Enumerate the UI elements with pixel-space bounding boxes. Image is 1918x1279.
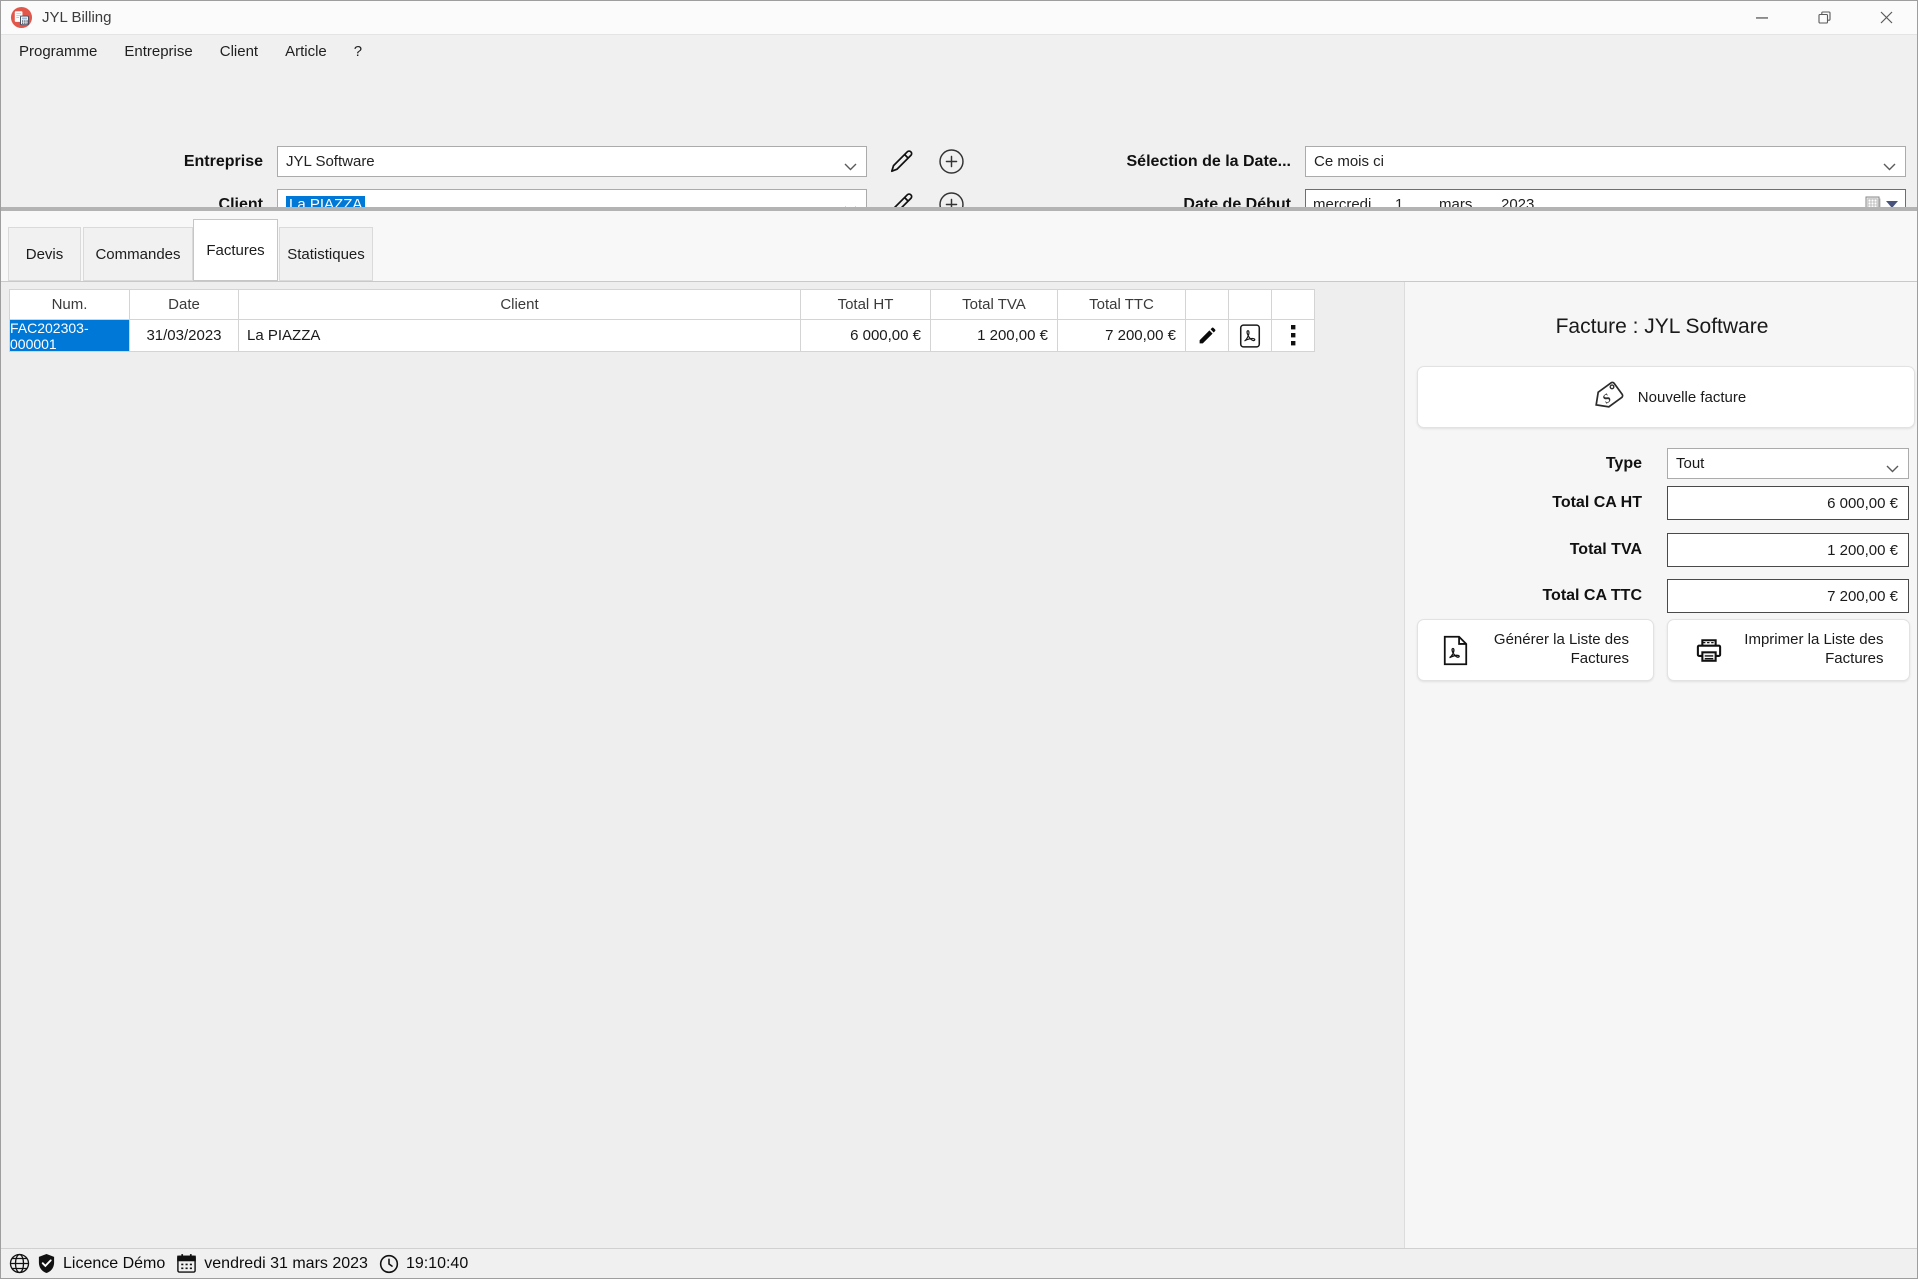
total-ca-ttc-label: Total CA TTC	[1405, 579, 1642, 613]
app-window: JYL Billing Programme Entreprise Client …	[0, 0, 1918, 1279]
new-invoice-label: Nouvelle facture	[1638, 389, 1746, 406]
title-bar: JYL Billing	[1, 1, 1917, 35]
panel-title: Facture : JYL Software	[1405, 315, 1918, 339]
cell-total-tva[interactable]: 1 200,00 €	[930, 319, 1058, 352]
total-ca-ttc-value: 7 200,00 €	[1667, 579, 1909, 613]
status-time: 19:10:40	[406, 1255, 468, 1273]
filter-bar: Entreprise JYL Software Sélection de la …	[1, 67, 1917, 207]
total-tva-value: 1 200,00 €	[1667, 533, 1909, 567]
header-total-ttc[interactable]: Total TTC	[1057, 289, 1186, 320]
cell-client[interactable]: La PIAZZA	[238, 319, 801, 352]
pdf-icon	[1239, 324, 1261, 348]
edit-entreprise-button[interactable]	[885, 146, 917, 177]
menu-client[interactable]: Client	[220, 43, 258, 60]
status-bar: Licence Démo vendredi 31 mars 2023 19:10…	[1, 1248, 1917, 1278]
window-title: JYL Billing	[42, 9, 111, 26]
header-total-ht[interactable]: Total HT	[800, 289, 931, 320]
row-edit-button[interactable]	[1185, 319, 1229, 352]
tab-strip: Devis Commandes Factures Statistiques	[1, 211, 1917, 282]
cell-date[interactable]: 31/03/2023	[129, 319, 239, 352]
row-pdf-button[interactable]	[1228, 319, 1272, 352]
calendar-icon	[176, 1253, 197, 1274]
menu-programme[interactable]: Programme	[19, 43, 97, 60]
tab-statistiques[interactable]: Statistiques	[279, 227, 373, 281]
total-tva-label: Total TVA	[1405, 533, 1642, 567]
tab-factures[interactable]: Factures	[193, 219, 278, 281]
invoices-table: Num. Date Client Total HT Total TVA Tota…	[9, 289, 1315, 352]
kebab-menu-icon	[1291, 325, 1296, 346]
generate-list-label: Générer la Liste des Factures	[1479, 631, 1629, 669]
type-value: Tout	[1676, 455, 1704, 472]
generate-invoice-list-button[interactable]: Générer la Liste des Factures	[1417, 619, 1654, 681]
chevron-down-icon	[844, 158, 857, 175]
row-more-button[interactable]	[1271, 319, 1315, 352]
table-header-row: Num. Date Client Total HT Total TVA Tota…	[9, 289, 1315, 320]
add-entreprise-button[interactable]	[935, 146, 967, 177]
print-invoice-list-button[interactable]: Imprimer la Liste des Factures	[1667, 619, 1910, 681]
menu-entreprise[interactable]: Entreprise	[124, 43, 192, 60]
plus-circle-icon	[938, 148, 965, 175]
minimize-button[interactable]	[1731, 1, 1793, 34]
shield-check-icon	[37, 1253, 56, 1274]
total-ca-ht-value: 6 000,00 €	[1667, 486, 1909, 520]
restore-icon	[1818, 11, 1831, 24]
pencil-icon	[1197, 325, 1218, 346]
header-date[interactable]: Date	[129, 289, 239, 320]
header-client[interactable]: Client	[238, 289, 801, 320]
date-selection-value: Ce mois ci	[1314, 153, 1384, 170]
chevron-down-icon	[1886, 460, 1899, 477]
menu-article[interactable]: Article	[285, 43, 327, 60]
tab-devis[interactable]: Devis	[8, 227, 81, 281]
type-label: Type	[1405, 448, 1642, 479]
date-selection-label: Sélection de la Date...	[1001, 146, 1291, 177]
cell-total-ttc[interactable]: 7 200,00 €	[1057, 319, 1186, 352]
tab-commandes[interactable]: Commandes	[83, 227, 193, 281]
type-combobox[interactable]: Tout	[1667, 448, 1909, 479]
price-tag-icon: S	[1586, 376, 1628, 418]
chevron-down-icon	[1883, 158, 1896, 175]
entreprise-value: JYL Software	[286, 153, 375, 170]
entreprise-combobox[interactable]: JYL Software	[277, 146, 867, 177]
close-button[interactable]	[1855, 1, 1917, 34]
pdf-file-icon	[1442, 635, 1469, 666]
pencil-icon	[888, 149, 914, 175]
window-controls	[1731, 1, 1917, 34]
header-actions-2	[1228, 289, 1272, 320]
entreprise-label: Entreprise	[61, 146, 263, 177]
header-actions-3	[1271, 289, 1315, 320]
table-row[interactable]: FAC202303-000001 31/03/2023 La PIAZZA 6 …	[9, 319, 1315, 352]
print-list-label: Imprimer la Liste des Factures	[1734, 631, 1884, 669]
globe-icon	[9, 1253, 30, 1274]
cell-total-ht[interactable]: 6 000,00 €	[800, 319, 931, 352]
invoice-detail-panel: Facture : JYL Software S Nouvelle factur…	[1404, 282, 1918, 1248]
restore-button[interactable]	[1793, 1, 1855, 34]
content-area: Num. Date Client Total HT Total TVA Tota…	[1, 282, 1917, 1248]
menu-bar: Programme Entreprise Client Article ?	[1, 36, 1917, 67]
cell-num[interactable]: FAC202303-000001	[9, 319, 130, 352]
clock-icon	[379, 1254, 399, 1274]
licence-text: Licence Démo	[63, 1255, 165, 1273]
header-actions-1	[1185, 289, 1229, 320]
date-selection-combobox[interactable]: Ce mois ci	[1305, 146, 1906, 177]
header-total-tva[interactable]: Total TVA	[930, 289, 1058, 320]
status-date: vendredi 31 mars 2023	[204, 1255, 368, 1273]
printer-icon	[1694, 636, 1724, 665]
close-icon	[1880, 11, 1893, 24]
menu-help[interactable]: ?	[354, 43, 362, 60]
minimize-icon	[1756, 17, 1768, 19]
header-num[interactable]: Num.	[9, 289, 130, 320]
new-invoice-button[interactable]: S Nouvelle facture	[1417, 366, 1915, 428]
total-ca-ht-label: Total CA HT	[1405, 486, 1642, 520]
app-logo-icon	[10, 6, 33, 29]
